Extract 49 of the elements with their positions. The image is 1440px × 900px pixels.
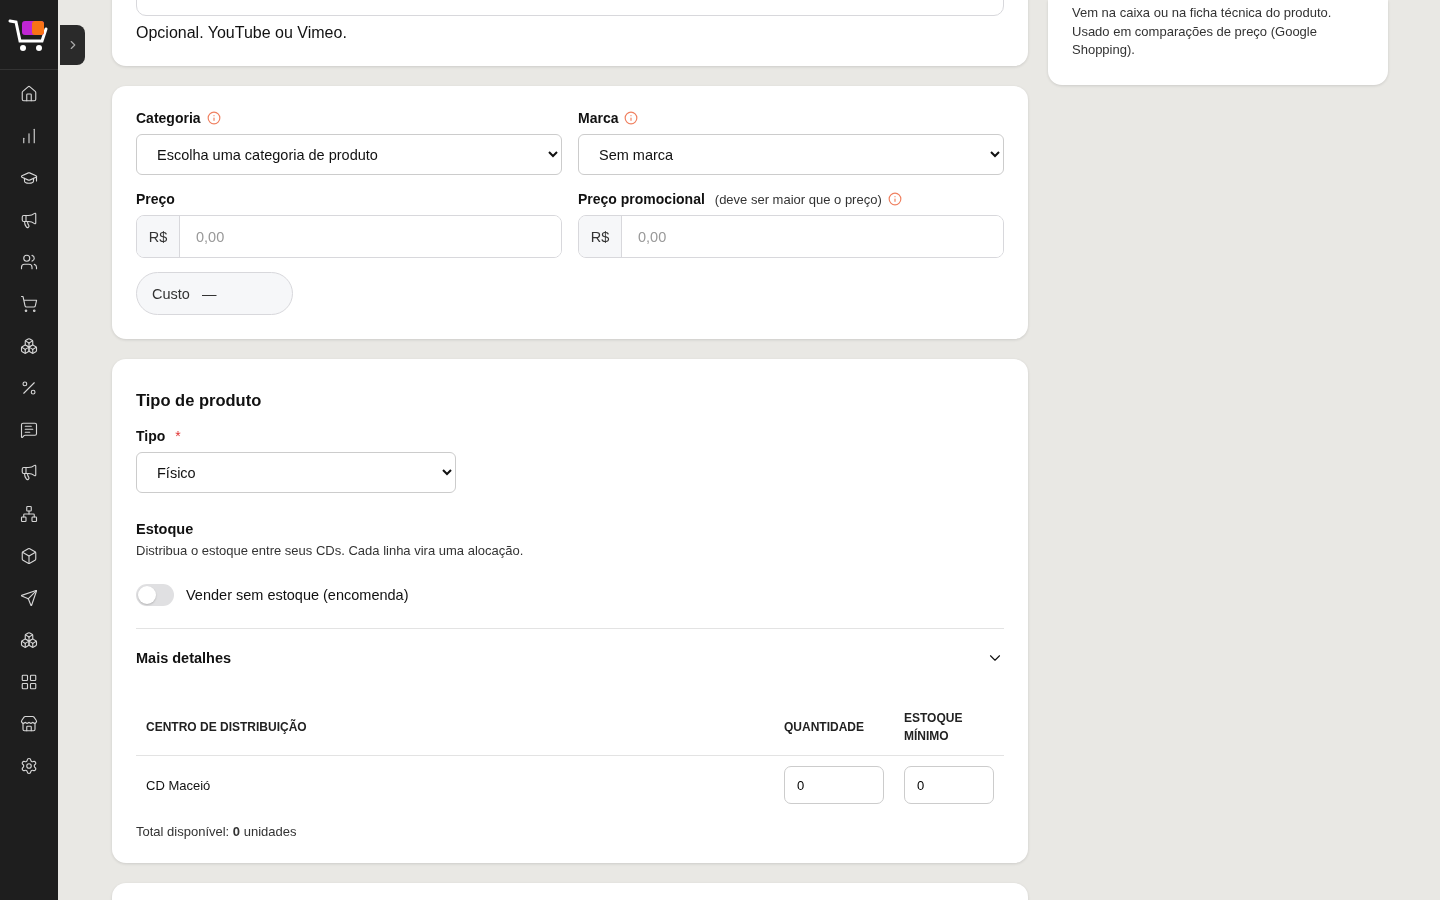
megaphone-icon bbox=[20, 211, 38, 229]
total-text: Total disponível: 0 unidades bbox=[136, 824, 298, 839]
quantity-input[interactable]: 0 bbox=[784, 766, 884, 804]
field-label: Marca bbox=[578, 110, 619, 126]
field-label: Preço promocional bbox=[578, 191, 705, 207]
switch-label: Vender sem estoque (encomenda) bbox=[186, 587, 409, 603]
note-text: Vem na caixa ou na ficha técnica do produto. Usado em comparações de preço (Google Shopping). bbox=[1072, 4, 1333, 59]
grid-icon bbox=[20, 673, 38, 691]
help-text: Opcional. YouTube ou Vimeo. bbox=[136, 24, 348, 42]
field-hint: (deve ser maior que o preço) bbox=[714, 191, 882, 207]
price-field[interactable]: R$ 0,00 bbox=[136, 215, 562, 258]
sitemap-icon bbox=[20, 505, 38, 523]
box-icon bbox=[20, 547, 38, 565]
promo-price-field[interactable]: R$ 0,00 bbox=[578, 215, 1004, 258]
chat-icon bbox=[20, 421, 38, 439]
description-text: Distribua o estoque entre seus CDs. Cada linha vira uma alocação. bbox=[136, 543, 525, 558]
megaphone-icon bbox=[20, 463, 38, 481]
section-title: Tipo de produto bbox=[136, 391, 263, 410]
settings-icon bbox=[20, 757, 38, 775]
info-icon[interactable] bbox=[206, 111, 221, 125]
field-label: Preço bbox=[136, 191, 175, 207]
type-select[interactable]: Físico bbox=[136, 452, 456, 493]
info-icon[interactable] bbox=[887, 192, 902, 206]
users-icon bbox=[20, 253, 38, 271]
column-header: CENTRO DE DISTRIBUIÇÃO bbox=[136, 699, 774, 756]
category-select[interactable]: Escolha uma categoria de produto bbox=[136, 134, 562, 175]
cart-icon bbox=[20, 295, 38, 313]
expand-sidebar-button[interactable] bbox=[60, 25, 85, 65]
percent-icon bbox=[20, 379, 38, 397]
column-header: QUANTIDADE bbox=[774, 699, 894, 756]
home-icon bbox=[20, 85, 38, 103]
bar-chart-icon bbox=[20, 127, 38, 145]
info-icon[interactable] bbox=[624, 111, 639, 125]
table-cell: CD Maceió bbox=[136, 755, 774, 814]
field-label: Tipo bbox=[136, 428, 166, 444]
column-header: ESTOQUE MÍNIMO bbox=[894, 699, 1004, 756]
cubes-icon bbox=[20, 631, 38, 649]
cost-pill: Custo — bbox=[136, 272, 293, 315]
store-icon bbox=[20, 715, 38, 733]
required-mark: * bbox=[175, 428, 181, 444]
send-icon bbox=[20, 589, 38, 607]
details-toggle[interactable]: Mais detalhes bbox=[136, 629, 1004, 687]
cubes-icon bbox=[20, 337, 38, 355]
backorder-switch[interactable] bbox=[136, 584, 174, 606]
graduation-cap-icon bbox=[20, 169, 38, 187]
field-label: Categoria bbox=[136, 110, 201, 126]
brand-select[interactable]: Sem marca bbox=[578, 134, 1004, 175]
section-subtitle: Estoque bbox=[136, 521, 195, 537]
minimum-stock-input[interactable]: 0 bbox=[904, 766, 994, 804]
